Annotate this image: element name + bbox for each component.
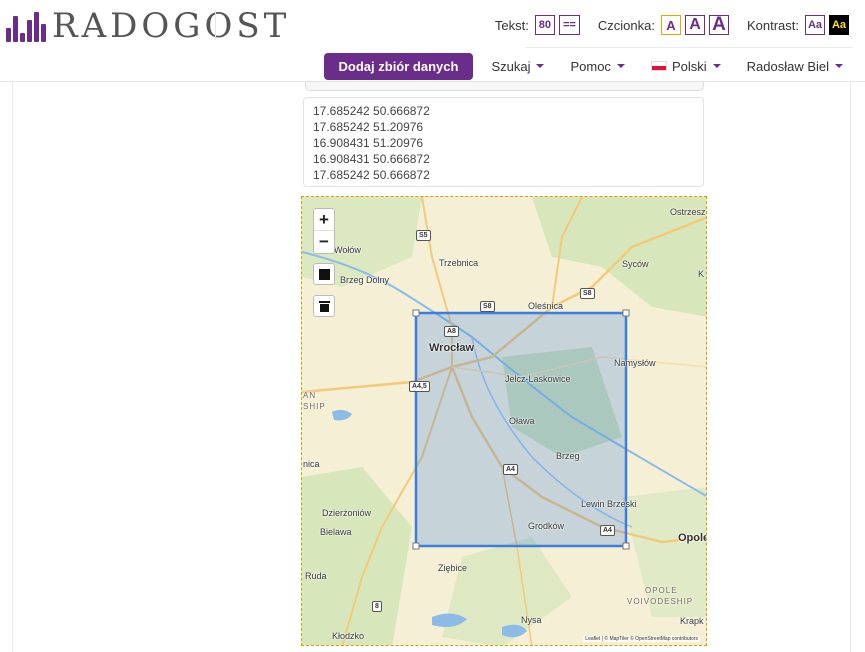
map-region-label: OPOLE [645, 586, 678, 595]
road-badge: A8 [444, 326, 459, 337]
map-label: Krapk [680, 616, 704, 626]
text-spacing-button[interactable]: == [558, 15, 580, 35]
map-attribution[interactable]: Leaflet | © MapTiler © OpenStreetMap con… [583, 636, 700, 642]
header: RADOGOST Tekst: 80 == Czcionka: A A A Ko… [0, 0, 865, 82]
map-label: K [698, 269, 705, 279]
trash-icon [318, 300, 330, 312]
selection-handle[interactable] [412, 309, 420, 317]
map-label: Wołów [334, 245, 361, 255]
map-label: nica [303, 459, 320, 469]
map-region-label: SHIP [303, 402, 326, 411]
coordinate-line: 17.685242 51.20976 [313, 120, 424, 134]
selection-handle[interactable] [622, 542, 630, 550]
font-label: Czcionka: [597, 17, 655, 33]
map-label: Syców [622, 259, 649, 269]
logo[interactable]: RADOGOST [6, 8, 290, 44]
delete-shape-button[interactable] [313, 295, 335, 317]
map-label: Dzierżoniów [322, 508, 372, 518]
zoom-out-button[interactable]: − [314, 231, 334, 253]
map-label: Wrocław [429, 342, 475, 354]
map-label: Grodków [528, 521, 565, 531]
map-label: Namysłów [614, 358, 656, 368]
map-label: Oława [509, 416, 535, 426]
road-badge: S8 [580, 288, 595, 299]
font-medium-button[interactable]: A [684, 15, 705, 35]
nav-user-label: Radosław Biel [746, 58, 829, 74]
caret-down-icon [536, 64, 545, 68]
map-region-label: VOIVODESHIP [627, 597, 694, 606]
road-badge: S5 [416, 230, 431, 241]
road-badge: 8 [372, 601, 382, 612]
logo-mark-icon [6, 10, 46, 42]
map-label: Kłodzko [332, 631, 365, 641]
font-small-button[interactable]: A [660, 15, 681, 35]
map-label: Lewin Brzeski [581, 499, 637, 509]
font-size-group: Czcionka: A A A [597, 14, 733, 35]
nav-search[interactable]: Szukaj [491, 58, 545, 74]
nav-language-label: Polski [671, 58, 707, 74]
coordinate-line: 16.908431 50.666872 [313, 152, 430, 166]
map-label: Ostrzesz [670, 207, 706, 217]
caret-down-icon [835, 64, 843, 68]
coordinates-textarea[interactable]: 17.685242 50.666872 17.685242 51.20976 1… [303, 97, 704, 187]
caret-down-icon [712, 64, 721, 68]
content-border-right [850, 82, 851, 652]
header-divider [215, 10, 216, 40]
nav-help[interactable]: Pomoc [570, 58, 625, 74]
header-separator [525, 47, 853, 48]
road-badge: S8 [480, 301, 495, 312]
add-dataset-button[interactable]: Dodaj zbiór danych [323, 52, 474, 80]
map-region-label: AN [303, 391, 317, 400]
draw-rectangle-button[interactable] [313, 263, 335, 285]
coordinate-line: 17.685242 50.666872 [313, 168, 430, 182]
map-label: Ziębice [438, 563, 468, 573]
poland-flag-icon [650, 61, 667, 71]
zoom-control: + − [313, 208, 335, 254]
contrast-label: Kontrast: [746, 17, 799, 33]
accessibility-toolbar: Tekst: 80 == Czcionka: A A A Kontrast: A… [495, 12, 853, 38]
main-nav: Dodaj zbiór danych Szukaj Pomoc Polski R… [323, 52, 853, 80]
map-label: Nysa [521, 615, 542, 625]
square-icon [318, 268, 330, 280]
content-border-left [12, 82, 13, 652]
map-label: Oleśnica [528, 301, 564, 311]
map-label: Brzeg Dolny [340, 275, 390, 285]
previous-panel-edge [305, 82, 704, 91]
nav-search-label: Szukaj [491, 58, 531, 74]
nav-help-label: Pomoc [570, 58, 611, 74]
caret-down-icon [616, 64, 625, 68]
coordinate-line: 16.908431 51.20976 [313, 136, 424, 150]
map-label: Jelcz-Laskowice [505, 374, 571, 384]
road-badge: A4 [600, 525, 615, 536]
nav-user[interactable]: Radosław Biel [747, 59, 843, 74]
text-size-button[interactable]: 80 [534, 15, 555, 35]
road-badge: A4,5 [409, 381, 430, 392]
selection-handle[interactable] [412, 542, 420, 550]
text-size-label: Tekst: [494, 17, 529, 33]
contrast-group: Kontrast: Aa Aa [747, 15, 853, 35]
coordinate-line: 17.685242 50.666872 [313, 104, 430, 118]
map-view[interactable]: Wołów Brzeg Dolny Trzebnica Syców Oleśni… [301, 196, 707, 646]
map-label: Trzebnica [439, 258, 479, 268]
map-label: Bielawa [320, 527, 352, 537]
nav-language[interactable]: Polski [650, 58, 721, 74]
zoom-in-button[interactable]: + [314, 209, 334, 231]
map-label: Opole [678, 532, 707, 544]
selection-handle[interactable] [622, 309, 630, 317]
logo-text: RADOGOST [52, 6, 291, 46]
map-label: Ruda [305, 571, 327, 581]
map-label: Brzeg [556, 451, 580, 461]
contrast-high-button[interactable]: Aa [829, 15, 849, 35]
contrast-normal-button[interactable]: Aa [805, 15, 825, 35]
font-large-button[interactable]: A [708, 14, 729, 35]
text-size-group: Tekst: 80 == [495, 15, 584, 35]
road-badge: A4 [503, 464, 518, 475]
